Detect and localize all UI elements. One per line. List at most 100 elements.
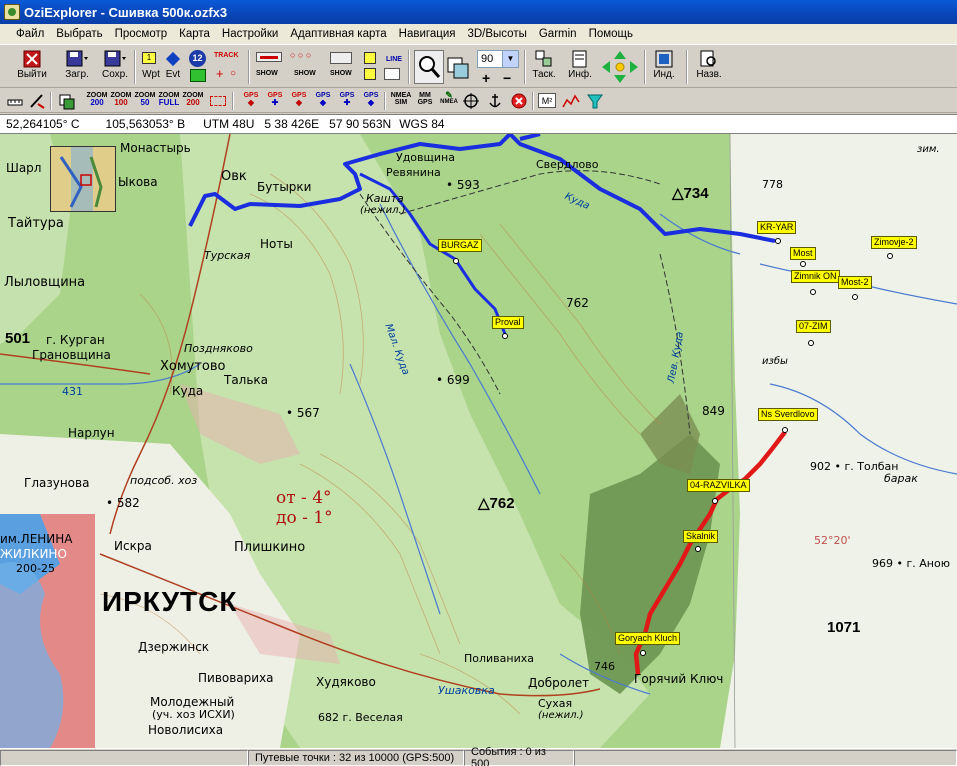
gps-button-6[interactable]: GPS ◆: [360, 92, 382, 107]
gps-button-5[interactable]: GPS ✚: [336, 92, 358, 107]
measure-icon[interactable]: [28, 92, 46, 110]
waypoint-marker[interactable]: [640, 650, 646, 656]
waypoint-marker[interactable]: [782, 427, 788, 433]
waypoint-marker[interactable]: [808, 340, 814, 346]
waypoint-kr-yar[interactable]: KR-YAR: [757, 221, 797, 234]
waypoint-marker[interactable]: [502, 333, 508, 339]
zoom-tool-button[interactable]: [414, 50, 444, 84]
menu-bar: Файл Выбрать Просмотр Карта Настройки Ад…: [0, 24, 957, 45]
crosshair-icon[interactable]: [462, 92, 480, 110]
zoom-200b-button[interactable]: ZOOM 200: [182, 92, 204, 107]
pan-arrows[interactable]: [600, 49, 640, 85]
menu-navigation[interactable]: Навигация: [393, 28, 462, 40]
waypoint-zimnik-on[interactable]: Zimnik ON: [791, 270, 840, 283]
line-label[interactable]: LINE: [386, 56, 402, 63]
zoom-combo[interactable]: 90 ▼: [477, 50, 519, 68]
gps-button-4[interactable]: GPS ◆: [312, 92, 334, 107]
waypoint-zimovje-2[interactable]: Zimovje-2: [871, 236, 917, 249]
point-icon[interactable]: [364, 52, 376, 64]
area-button[interactable]: M²: [538, 93, 556, 108]
profile-chart-icon[interactable]: [562, 92, 580, 110]
menu-settings[interactable]: Настройки: [216, 28, 284, 40]
anchor-icon[interactable]: [486, 92, 504, 110]
elev-1071: 1071: [827, 619, 861, 636]
map-features-icon[interactable]: [330, 52, 352, 64]
menu-garmin[interactable]: Garmin: [533, 28, 583, 40]
track-label[interactable]: TRACK: [214, 52, 239, 59]
name-button[interactable]: Назв.: [692, 49, 726, 85]
load-button[interactable]: Загр.: [60, 49, 94, 85]
zoom-full-button[interactable]: ZOOM FULL: [158, 92, 180, 107]
waypoint-marker[interactable]: [887, 253, 893, 259]
waypoint-marker[interactable]: [695, 546, 701, 552]
waypoint-marker[interactable]: [453, 258, 459, 264]
menu-adaptive-map[interactable]: Адаптивная карта: [284, 28, 392, 40]
stop-icon[interactable]: [510, 92, 528, 110]
chevron-down-icon[interactable]: ▼: [502, 51, 518, 67]
event-diamond-icon[interactable]: [165, 51, 181, 67]
waypoint-proval[interactable]: Proval: [492, 316, 524, 329]
menu-view[interactable]: Просмотр: [109, 28, 174, 40]
place-kurgan: г. Курган: [46, 333, 105, 347]
nmea-sim-button[interactable]: NMEA SIM: [390, 92, 412, 106]
mm-gps-button[interactable]: MM GPS: [414, 92, 436, 106]
waypoint-burgaz[interactable]: BURGAZ: [438, 239, 482, 252]
green-square-icon[interactable]: [190, 69, 206, 82]
point2-icon[interactable]: [364, 68, 376, 80]
gps-button-3[interactable]: GPS ◆: [288, 92, 310, 107]
info-button[interactable]: Инф.: [564, 49, 596, 85]
menu-select[interactable]: Выбрать: [50, 28, 108, 40]
waypoint-07-zim[interactable]: 07-ZIM: [796, 320, 831, 333]
waypoint-marker[interactable]: [810, 289, 816, 295]
route-icon[interactable]: ○ ○ ○: [290, 50, 320, 64]
zoom-box-icon[interactable]: [210, 96, 226, 106]
save-button[interactable]: Сохр.: [98, 49, 132, 85]
overview-minimap[interactable]: [50, 146, 116, 212]
drag-button[interactable]: Таск.: [528, 49, 560, 85]
place-tureskaya: Турская: [204, 249, 251, 262]
menu-file[interactable]: Файл: [0, 28, 50, 40]
map-canvas[interactable]: BURGAZ Proval KR-YAR Most Zimnik ON Most…: [0, 134, 957, 748]
zoom-100-button[interactable]: ZOOM 100: [110, 92, 132, 107]
place-nezhil-2: (нежил.): [538, 710, 584, 721]
waypoint-marker[interactable]: [852, 294, 858, 300]
waypoint-most[interactable]: Most: [790, 247, 816, 260]
plus-icon[interactable]: +: [216, 66, 224, 81]
menu-3d[interactable]: 3D/Высоты: [461, 28, 532, 40]
waypoint-04-razvilka[interactable]: 04-RAZVILKA: [687, 479, 750, 492]
exit-button[interactable]: Выйти: [12, 49, 52, 85]
wpt-icon[interactable]: 1: [142, 52, 156, 64]
waypoint-skalnik[interactable]: Skalnik: [683, 530, 719, 543]
waypoint-goryach-kluch[interactable]: Goryach Kluch: [615, 632, 681, 645]
waypoint-marker[interactable]: [800, 261, 806, 267]
zoom-200-button[interactable]: ZOOM 200: [86, 92, 108, 107]
funnel-icon[interactable]: [586, 92, 604, 110]
nmea2-button[interactable]: ✎ NMEA: [438, 91, 460, 106]
status-waypoints: Путевые точки : 32 из 10000 (GPS:500): [248, 749, 464, 766]
layers-icon[interactable]: [58, 92, 76, 110]
track-show-icon[interactable]: [256, 52, 282, 62]
waypoint-marker[interactable]: [775, 238, 781, 244]
waypoint-most-2[interactable]: Most-2: [838, 276, 872, 289]
zoom-out-icon[interactable]: −: [503, 70, 511, 86]
waypoint-ns-sverdlovo[interactable]: Ns Sverdlovo: [758, 408, 818, 421]
menu-help[interactable]: Помощь: [583, 28, 639, 40]
place-revyanina: Ревянина: [386, 166, 441, 179]
place-sharl: Шарл: [6, 161, 42, 175]
box-icon[interactable]: [384, 68, 400, 80]
gps-button-2[interactable]: GPS ✚: [264, 92, 286, 107]
index-button[interactable]: Инд.: [648, 49, 680, 85]
menu-map[interactable]: Карта: [173, 28, 216, 40]
index-icon: [655, 50, 673, 68]
ruler-icon[interactable]: [6, 92, 24, 110]
map-window-button[interactable]: [446, 52, 470, 82]
badge-12-icon[interactable]: 12: [189, 50, 206, 67]
zoom-in-icon[interactable]: +: [482, 70, 490, 86]
minimap-graphic: [51, 147, 115, 211]
circle-icon[interactable]: ○: [230, 68, 236, 79]
gps-button-1[interactable]: GPS ◆: [240, 92, 262, 107]
title-bar[interactable]: OziExplorer - Сшивка 500к.ozfx3: [0, 0, 957, 24]
place-dzerzhinsk: Дзержинск: [138, 640, 210, 654]
zoom-50-button[interactable]: ZOOM 50: [134, 92, 156, 107]
waypoint-marker[interactable]: [712, 498, 718, 504]
